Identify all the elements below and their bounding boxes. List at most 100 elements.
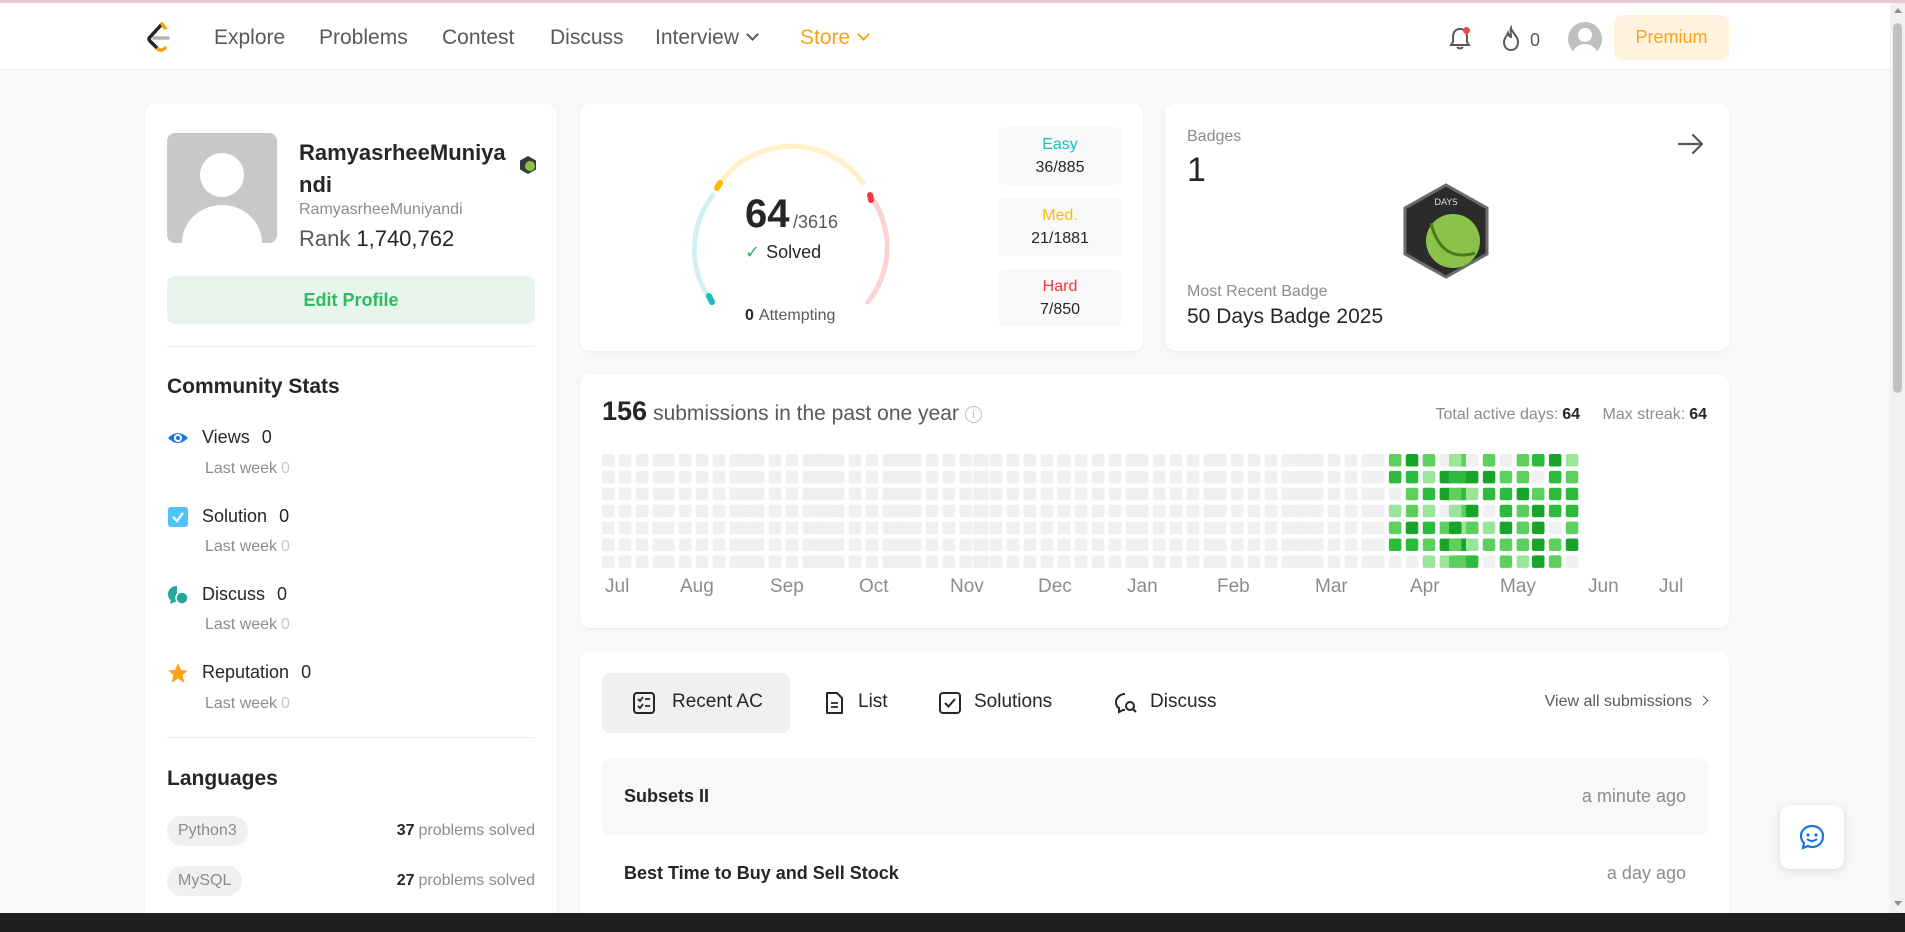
heatmap-cell[interactable]: [1372, 521, 1385, 535]
heatmap-cell[interactable]: [1327, 470, 1341, 484]
nav-contest[interactable]: Contest: [442, 26, 514, 50]
heatmap-cell[interactable]: [1516, 470, 1530, 484]
heatmap-cell[interactable]: [1214, 487, 1227, 501]
heatmap-cell[interactable]: [1136, 555, 1149, 568]
heatmap-cell[interactable]: [1091, 521, 1105, 535]
mini-badge-icon[interactable]: [517, 154, 539, 176]
heatmap-cell[interactable]: [942, 470, 956, 484]
heatmap-cell[interactable]: [1040, 454, 1054, 467]
heatmap-cell[interactable]: [908, 555, 922, 568]
heatmap-cell[interactable]: [1499, 470, 1513, 484]
heatmap-cell[interactable]: [831, 504, 845, 518]
heatmap-cell[interactable]: [751, 555, 765, 568]
heatmap-cell[interactable]: [1214, 538, 1227, 552]
heatmap-cell[interactable]: [1344, 504, 1358, 518]
heatmap-cell[interactable]: [1327, 454, 1341, 467]
heatmap-cell[interactable]: [1264, 504, 1278, 518]
heatmap-cell[interactable]: [1388, 470, 1402, 484]
heatmap-cell[interactable]: [1152, 521, 1166, 535]
heatmap-cell[interactable]: [1264, 521, 1278, 535]
nav-problems[interactable]: Problems: [319, 26, 408, 50]
heatmap-cell[interactable]: [1388, 487, 1402, 501]
heatmap-cell[interactable]: [1499, 521, 1513, 535]
heatmap-cell[interactable]: [785, 470, 799, 484]
heatmap-cell[interactable]: [942, 521, 956, 535]
heatmap-cell[interactable]: [1247, 538, 1261, 552]
heatmap-cell[interactable]: [802, 555, 816, 568]
tab-solutions[interactable]: Solutions: [926, 673, 1076, 733]
nav-store[interactable]: Store: [800, 26, 871, 50]
heatmap-cell[interactable]: [848, 555, 862, 568]
heatmap-cell[interactable]: [1006, 487, 1020, 501]
heatmap-cell[interactable]: [973, 470, 986, 484]
heatmap-cell[interactable]: [1465, 487, 1479, 501]
heatmap-cell[interactable]: [1532, 521, 1545, 535]
heatmap-cell[interactable]: [618, 555, 632, 568]
heatmap-cell[interactable]: [602, 487, 615, 501]
heatmap-cell[interactable]: [1074, 555, 1088, 568]
heatmap-cell[interactable]: [1264, 555, 1278, 568]
heatmap-cell[interactable]: [678, 504, 692, 518]
heatmap-cell[interactable]: [1214, 555, 1227, 568]
heatmap-cell[interactable]: [635, 454, 649, 467]
heatmap-cell[interactable]: [1074, 521, 1088, 535]
heatmap-cell[interactable]: [1230, 521, 1244, 535]
heatmap-cell[interactable]: [1565, 470, 1579, 484]
heatmap-cell[interactable]: [1422, 504, 1436, 518]
heatmap-cell[interactable]: [1186, 521, 1200, 535]
heatmap-cell[interactable]: [1482, 470, 1496, 484]
heatmap-cell[interactable]: [1388, 504, 1402, 518]
heatmap-cell[interactable]: [1310, 470, 1324, 484]
heatmap-cell[interactable]: [695, 555, 709, 568]
submission-row[interactable]: Best Time to Buy and Sell Stock a day ag…: [602, 836, 1708, 912]
heatmap-cell[interactable]: [785, 521, 799, 535]
heatmap-cell[interactable]: [1465, 504, 1479, 518]
heatmap-cell[interactable]: [712, 521, 726, 535]
heatmap-cell[interactable]: [1247, 487, 1261, 501]
heatmap-cell[interactable]: [1548, 538, 1562, 552]
heatmap-cell[interactable]: [1465, 521, 1479, 535]
difficulty-medium[interactable]: Med. 21/1881: [998, 198, 1122, 256]
heatmap-cell[interactable]: [831, 487, 845, 501]
heatmap-cell[interactable]: [1058, 521, 1071, 535]
heatmap-cell[interactable]: [1482, 504, 1496, 518]
heatmap-cell[interactable]: [1532, 470, 1545, 484]
heatmap-cell[interactable]: [1422, 555, 1436, 568]
heatmap-cell[interactable]: [802, 538, 816, 552]
heatmap-cell[interactable]: [1294, 454, 1307, 467]
heatmap-cell[interactable]: [735, 538, 748, 552]
heatmap-cell[interactable]: [735, 555, 748, 568]
heatmap-cell[interactable]: [1040, 538, 1054, 552]
heatmap-cell[interactable]: [1006, 538, 1020, 552]
heatmap-cell[interactable]: [1186, 487, 1200, 501]
heatmap-cell[interactable]: [768, 487, 782, 501]
heatmap-cell[interactable]: [1023, 538, 1037, 552]
heatmap-cell[interactable]: [1074, 504, 1088, 518]
heatmap-cell[interactable]: [1405, 555, 1419, 568]
heatmap-cell[interactable]: [1422, 487, 1436, 501]
heatmap-cell[interactable]: [1310, 538, 1324, 552]
heatmap-cell[interactable]: [1516, 487, 1530, 501]
heatmap-cell[interactable]: [785, 555, 799, 568]
heatmap-cell[interactable]: [848, 538, 862, 552]
heatmap-cell[interactable]: [1327, 555, 1341, 568]
heatmap-cell[interactable]: [695, 470, 709, 484]
heatmap-cell[interactable]: [1532, 538, 1545, 552]
heatmap-cell[interactable]: [831, 555, 845, 568]
heatmap-cell[interactable]: [1108, 470, 1122, 484]
heatmap-cell[interactable]: [695, 521, 709, 535]
heatmap-cell[interactable]: [768, 504, 782, 518]
heatmap-cell[interactable]: [1294, 470, 1307, 484]
heatmap-cell[interactable]: [1169, 487, 1183, 501]
heatmap-cell[interactable]: [1548, 504, 1562, 518]
heatmap-cell[interactable]: [1449, 454, 1462, 467]
heatmap-cell[interactable]: [831, 454, 845, 467]
heatmap-cell[interactable]: [959, 470, 973, 484]
difficulty-hard[interactable]: Hard 7/850: [998, 269, 1122, 327]
heatmap-cell[interactable]: [1372, 538, 1385, 552]
heatmap-cell[interactable]: [865, 521, 879, 535]
heatmap-cell[interactable]: [1422, 538, 1436, 552]
heatmap-cell[interactable]: [1372, 504, 1385, 518]
heatmap-cell[interactable]: [1023, 470, 1037, 484]
heatmap-cell[interactable]: [1006, 470, 1020, 484]
